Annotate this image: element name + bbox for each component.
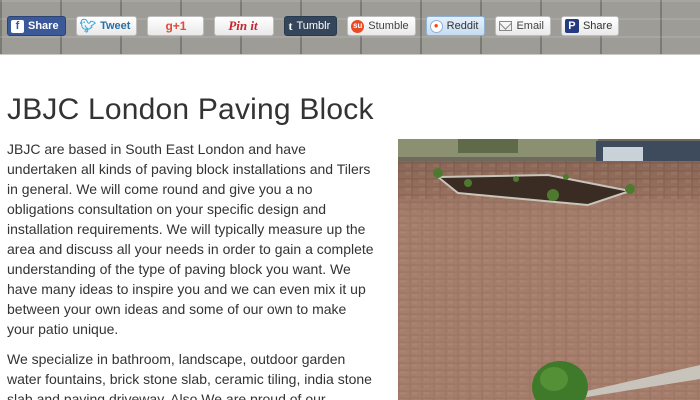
- intro-text: JBJC are based in South East London and …: [7, 139, 377, 400]
- twitter-tweet-label: Tweet: [100, 20, 131, 32]
- page-title: JBJC London Paving Block: [7, 93, 374, 126]
- intro-paragraph-1: JBJC are based in South East London and …: [7, 141, 374, 337]
- tumblr-icon: t: [288, 19, 293, 33]
- tumblr-share-button[interactable]: t Tumblr: [284, 16, 338, 36]
- twitter-tweet-button[interactable]: 🐦︎ Tweet: [75, 16, 138, 36]
- share-buttons: f Share 🐦︎ Tweet g+1 Pin it t Tumblr su …: [7, 16, 629, 36]
- email-share-button[interactable]: Email: [495, 16, 551, 36]
- facebook-share-label: Share: [28, 20, 59, 32]
- share-bar: f Share 🐦︎ Tweet g+1 Pin it t Tumblr su …: [0, 0, 700, 55]
- block-paved-driveway-photo: [398, 139, 700, 400]
- intro-paragraph-2: We specialize in bathroom, landscape, ou…: [7, 351, 372, 400]
- driveway-photo-illustration: [398, 139, 700, 400]
- stumbleupon-label: Stumble: [368, 20, 409, 32]
- google-plus-button[interactable]: g+1: [147, 16, 205, 36]
- stumbleupon-icon: su: [351, 19, 365, 33]
- email-icon: [499, 21, 513, 31]
- facebook-share-button[interactable]: f Share: [7, 16, 66, 36]
- facebook-icon: f: [11, 19, 24, 33]
- reddit-icon: ●: [429, 19, 443, 33]
- tumblr-share-label: Tumblr: [296, 20, 331, 32]
- printfriendly-icon: P: [564, 19, 579, 33]
- google-plus-label: g+1: [165, 19, 187, 33]
- stumbleupon-button[interactable]: su Stumble: [347, 16, 416, 36]
- pinterest-pin-label: Pin it: [228, 18, 258, 33]
- pinterest-pin-button[interactable]: Pin it: [214, 16, 275, 36]
- twitter-icon: 🐦︎: [79, 18, 97, 33]
- reddit-share-button[interactable]: ● Reddit: [425, 16, 486, 36]
- printfriendly-share-button[interactable]: P Share: [560, 16, 620, 36]
- email-share-label: Email: [516, 20, 544, 32]
- printfriendly-share-label: Share: [582, 20, 613, 32]
- reddit-share-label: Reddit: [446, 20, 479, 32]
